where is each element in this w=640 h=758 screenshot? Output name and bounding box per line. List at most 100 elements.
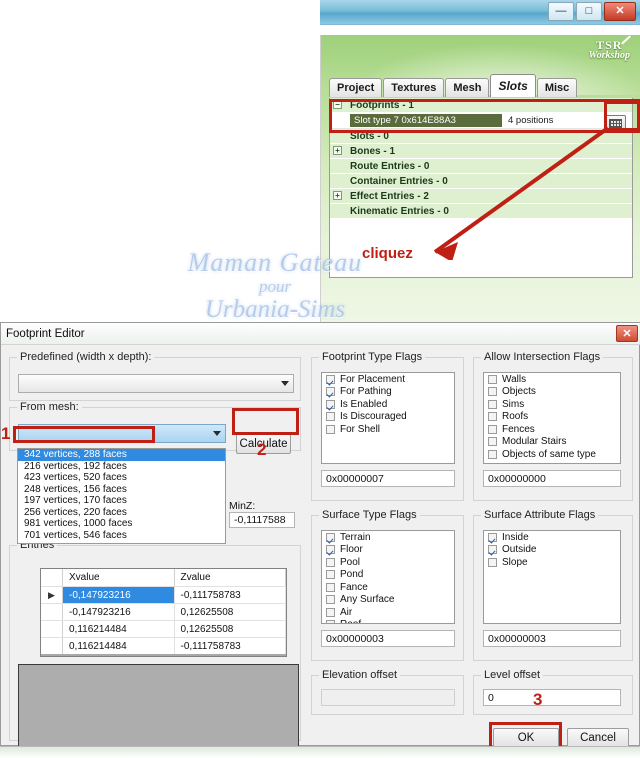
expand-icon[interactable]: + <box>333 191 342 200</box>
checkbox-icon[interactable] <box>488 399 497 409</box>
tab-project[interactable]: Project <box>329 78 383 97</box>
dropdown-option[interactable]: 248 vertices, 156 faces <box>18 484 225 496</box>
from-mesh-combo[interactable] <box>18 424 226 443</box>
checkbox-icon[interactable] <box>488 545 497 555</box>
checkbox-icon[interactable] <box>488 557 497 567</box>
footprint-preview[interactable] <box>18 664 299 750</box>
checkbox-row[interactable]: Roofs <box>484 411 620 424</box>
checkbox-row[interactable]: For Shell <box>322 423 454 436</box>
checkbox-icon[interactable] <box>488 424 497 434</box>
expand-icon[interactable]: + <box>333 146 342 155</box>
dropdown-option[interactable]: 197 vertices, 170 faces <box>18 495 225 507</box>
checkbox-row[interactable]: For Placement <box>322 373 454 386</box>
checkbox-row[interactable]: Terrain <box>322 531 454 544</box>
tab-mesh[interactable]: Mesh <box>445 78 490 97</box>
checkbox-icon[interactable] <box>326 607 335 617</box>
column-header-xvalue[interactable]: Xvalue <box>63 569 175 586</box>
checkbox-icon[interactable] <box>326 570 335 580</box>
cell-zvalue[interactable]: -0,111758783 <box>175 638 286 654</box>
tree-node-slots[interactable]: Slots - 0 <box>330 129 632 144</box>
tree-node-bones[interactable]: + Bones - 1 <box>330 144 632 159</box>
surface-type-flags-hex[interactable]: 0x00000003 <box>321 630 455 647</box>
checkbox-icon[interactable] <box>326 412 335 422</box>
dropdown-option[interactable]: 256 vertices, 220 faces <box>18 507 225 519</box>
level-offset-field[interactable]: 0 <box>483 689 621 706</box>
checkbox-row[interactable]: Sims <box>484 398 620 411</box>
checkbox-icon[interactable] <box>326 545 335 555</box>
checkbox-icon[interactable] <box>326 424 335 434</box>
from-mesh-dropdown-list[interactable]: 342 vertices, 288 faces 216 vertices, 19… <box>17 448 226 544</box>
cell-zvalue[interactable]: 0,12625508 <box>175 604 286 620</box>
entries-table[interactable]: Xvalue Zvalue ▶ -0,147923216 -0,11175878… <box>40 568 287 657</box>
checkbox-row[interactable]: Floor <box>322 544 454 557</box>
footprint-type-flags-hex[interactable]: 0x00000007 <box>321 470 455 487</box>
tree-node-effect-entries[interactable]: + Effect Entries - 2 <box>330 189 632 204</box>
checkbox-icon[interactable] <box>326 374 335 384</box>
checkbox-row[interactable]: Roof <box>322 619 454 623</box>
checkbox-icon[interactable] <box>488 437 497 447</box>
dropdown-option[interactable]: 216 vertices, 192 faces <box>18 461 225 473</box>
checkbox-icon[interactable] <box>488 449 497 459</box>
maximize-icon[interactable]: □ <box>576 2 602 21</box>
checkbox-icon[interactable] <box>488 374 497 384</box>
ok-button[interactable]: OK <box>493 728 559 748</box>
table-row[interactable]: ▶ -0,147923216 -0,111758783 <box>41 586 286 603</box>
checkbox-row[interactable]: Objects of same type <box>484 448 620 461</box>
table-row[interactable]: -0,147923216 0,12625508 <box>41 603 286 620</box>
checkbox-icon[interactable] <box>488 387 497 397</box>
cell-xvalue[interactable]: 0,116214484 <box>63 638 175 654</box>
checkbox-row[interactable]: Air <box>322 606 454 619</box>
table-row[interactable]: 0,116214484 -0,111758783 <box>41 637 286 654</box>
checkbox-row[interactable]: Is Enabled <box>322 398 454 411</box>
column-header-zvalue[interactable]: Zvalue <box>175 569 286 586</box>
allow-intersection-flags-hex[interactable]: 0x00000000 <box>483 470 621 487</box>
cell-zvalue[interactable]: 0,12625508 <box>175 621 286 637</box>
checkbox-row[interactable]: Slope <box>484 556 620 569</box>
tab-misc[interactable]: Misc <box>536 78 578 97</box>
cancel-button[interactable]: Cancel <box>567 728 629 748</box>
checkbox-icon[interactable] <box>488 532 497 542</box>
checkbox-row[interactable]: Walls <box>484 373 620 386</box>
collapse-icon[interactable]: − <box>333 100 342 109</box>
cell-xvalue[interactable]: 0,116214484 <box>63 621 175 637</box>
footprint-entry-row[interactable]: Slot type 7 0x614E88A3 4 positions <box>330 113 632 131</box>
checkbox-row[interactable]: Fences <box>484 423 620 436</box>
elevation-offset-field[interactable] <box>321 689 455 706</box>
checkbox-row[interactable]: For Pathing <box>322 386 454 399</box>
tree-node-kinematic-entries[interactable]: Kinematic Entries - 0 <box>330 204 632 219</box>
checkbox-row[interactable]: Is Discouraged <box>322 411 454 424</box>
tab-slots[interactable]: Slots <box>490 74 536 97</box>
checkbox-row[interactable]: Fance <box>322 581 454 594</box>
tree-node-container-entries[interactable]: Container Entries - 0 <box>330 174 632 189</box>
dropdown-option[interactable]: 342 vertices, 288 faces <box>18 449 225 461</box>
checkbox-row[interactable]: Modular Stairs <box>484 436 620 449</box>
surface-attribute-flags-hex[interactable]: 0x00000003 <box>483 630 621 647</box>
checkbox-icon[interactable] <box>326 595 335 605</box>
minimize-icon[interactable]: — <box>548 2 574 21</box>
checkbox-row[interactable]: Objects <box>484 386 620 399</box>
checkbox-row[interactable]: Inside <box>484 531 620 544</box>
checkbox-icon[interactable] <box>326 387 335 397</box>
tree-node-route-entries[interactable]: Route Entries - 0 <box>330 159 632 174</box>
tree-node-footprints[interactable]: − Footprints - 1 <box>330 98 632 113</box>
predefined-combo[interactable] <box>18 374 294 393</box>
checkbox-icon[interactable] <box>326 532 335 542</box>
cell-zvalue[interactable]: -0,111758783 <box>175 587 286 603</box>
checkbox-row[interactable]: Pool <box>322 556 454 569</box>
dropdown-option[interactable]: 701 vertices, 546 faces <box>18 530 225 542</box>
checkbox-icon[interactable] <box>326 582 335 592</box>
tab-textures[interactable]: Textures <box>383 78 445 97</box>
checkbox-row[interactable]: Outside <box>484 544 620 557</box>
cell-xvalue[interactable]: -0,147923216 <box>63 587 175 603</box>
cell-xvalue[interactable]: -0,147923216 <box>63 604 175 620</box>
checkbox-icon[interactable] <box>326 399 335 409</box>
checkbox-row[interactable]: Any Surface <box>322 594 454 607</box>
checkbox-icon[interactable] <box>326 557 335 567</box>
checkbox-icon[interactable] <box>326 620 335 623</box>
dropdown-option[interactable]: 981 vertices, 1000 faces <box>18 518 225 530</box>
checkbox-row[interactable]: Pond <box>322 569 454 582</box>
table-row[interactable]: 0,116214484 0,12625508 <box>41 620 286 637</box>
minz-field[interactable]: -0,1117588 <box>229 512 295 528</box>
close-icon[interactable]: ✕ <box>604 2 636 21</box>
dialog-close-icon[interactable]: ✕ <box>616 325 638 342</box>
